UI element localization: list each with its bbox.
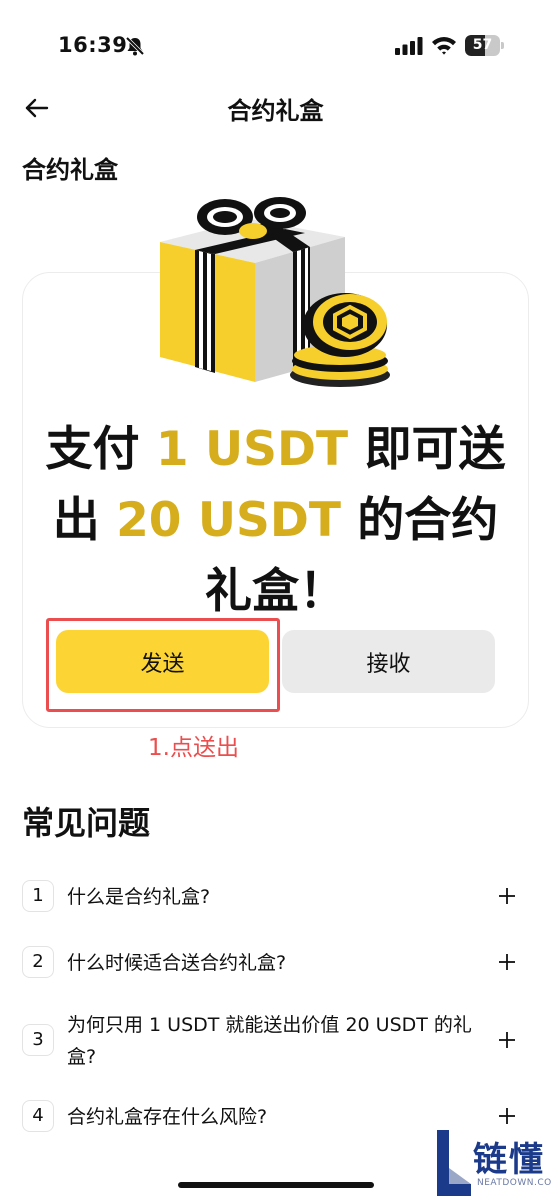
faq-number: 4 bbox=[22, 1100, 54, 1132]
annotation-text: 1.点送出 bbox=[148, 735, 239, 761]
status-time: 16:39 bbox=[58, 33, 128, 57]
page-title: 合约礼盒 bbox=[227, 97, 324, 125]
expand-plus-icon[interactable] bbox=[494, 1024, 520, 1056]
faq-question: 什么时候适合送合约礼盒? bbox=[67, 952, 287, 974]
expand-plus-icon[interactable] bbox=[494, 880, 520, 912]
signal-icon bbox=[395, 37, 423, 55]
back-button[interactable] bbox=[22, 93, 52, 123]
watermark-url: NEATDOWN.COM bbox=[477, 1178, 551, 1188]
expand-plus-icon[interactable] bbox=[494, 946, 520, 978]
highlight-annotation-box bbox=[46, 618, 280, 712]
faq-question: 合约礼盒存在什么风险? bbox=[67, 1106, 268, 1128]
wifi-icon bbox=[432, 37, 456, 55]
battery-body: 57 bbox=[465, 35, 500, 56]
battery-tip bbox=[501, 42, 504, 49]
home-indicator[interactable] bbox=[178, 1182, 374, 1188]
battery-percent: 57 bbox=[472, 37, 493, 53]
bell-muted-icon bbox=[125, 36, 145, 56]
gift-box-illustration bbox=[160, 197, 390, 387]
watermark-name: 链懂 bbox=[473, 1140, 545, 1180]
watermark-l-icon bbox=[437, 1130, 471, 1196]
promo-headline: 支付 1 USDT 即可送出 20 USDT 的合约礼盒！ bbox=[40, 414, 511, 627]
faq-question: 为何只用 1 USDT 就能送出价值 20 USDT 的礼盒? bbox=[67, 1014, 472, 1068]
promo-pay-amount: 1 USDT bbox=[155, 422, 349, 477]
arrow-left-icon bbox=[25, 98, 49, 118]
faq-number: 2 bbox=[22, 946, 54, 978]
section-title: 合约礼盒 bbox=[22, 156, 118, 184]
nav-bar: 合约礼盒 bbox=[0, 85, 551, 131]
watermark-logo: 链懂 NEATDOWN.COM bbox=[433, 1128, 551, 1200]
battery-indicator: 57 bbox=[465, 35, 505, 56]
faq-title: 常见问题 bbox=[22, 804, 151, 842]
receive-button[interactable]: 接收 bbox=[282, 630, 495, 693]
promo-prefix: 支付 bbox=[45, 422, 156, 477]
status-bar: 16:39 57 bbox=[0, 0, 551, 90]
faq-number: 3 bbox=[22, 1024, 54, 1056]
faq-number: 1 bbox=[22, 880, 54, 912]
faq-question: 什么是合约礼盒? bbox=[67, 886, 211, 908]
promo-gift-amount: 20 USDT bbox=[116, 493, 341, 548]
